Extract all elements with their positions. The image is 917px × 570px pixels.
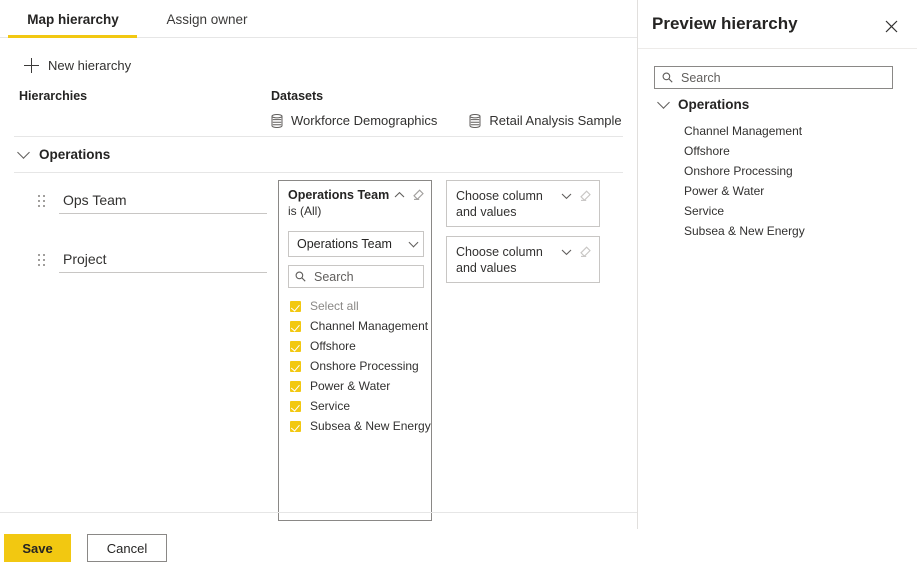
hierarchy-level-row [38, 249, 267, 273]
dataset-item-label: Retail Analysis Sample [489, 113, 621, 128]
chevron-down-icon [409, 238, 419, 248]
tab-map-hierarchy-label: Map hierarchy [27, 12, 119, 27]
filter-card: Operations Team is (All) Operations Team [278, 180, 432, 521]
preview-tree-item[interactable]: Offshore [684, 141, 805, 161]
divider [14, 172, 623, 173]
preview-tree-root-label: Operations [678, 97, 749, 112]
filter-checkbox-row[interactable]: Power & Water [290, 376, 425, 396]
filter-checkbox-label: Channel Management [310, 319, 428, 333]
filter-checkbox-row[interactable]: Subsea & New Energy [290, 416, 425, 436]
checkbox-checked-icon[interactable] [290, 361, 301, 372]
chevron-down-icon[interactable] [561, 248, 572, 256]
divider [638, 48, 917, 49]
tab-assign-owner[interactable]: Assign owner [152, 0, 262, 38]
database-icon [469, 114, 481, 128]
preview-tree-item[interactable]: Onshore Processing [684, 161, 805, 181]
filter-checkbox-label: Select all [310, 299, 359, 313]
filter-value-list: Select all Channel Management Offshore O… [290, 296, 425, 436]
preview-tree-item[interactable]: Power & Water [684, 181, 805, 201]
choose-column-tools [561, 246, 591, 258]
filter-checkbox-row[interactable]: Channel Management [290, 316, 425, 336]
dataset-list: Workforce Demographics Retail Analysis S… [271, 113, 622, 128]
drag-handle-icon[interactable] [38, 254, 45, 266]
map-hierarchy-dialog: Map hierarchy Assign owner New hierarchy… [0, 0, 917, 570]
checkbox-checked-icon[interactable] [290, 301, 301, 312]
chevron-down-icon [17, 146, 30, 159]
filter-checkbox-row[interactable]: Offshore [290, 336, 425, 356]
preview-panel-title: Preview hierarchy [652, 14, 798, 34]
panel-separator [637, 0, 638, 529]
hierarchy-level-row [38, 190, 267, 214]
preview-tree-item[interactable]: Service [684, 201, 805, 221]
filter-column-value: Operations Team [297, 237, 410, 251]
choose-column-card[interactable]: Choose column and values [446, 236, 600, 283]
datasets-heading: Datasets [271, 89, 323, 103]
checkbox-checked-icon[interactable] [290, 421, 301, 432]
checkbox-checked-icon[interactable] [290, 321, 301, 332]
preview-search-box[interactable] [654, 66, 893, 89]
dataset-item-label: Workforce Demographics [291, 113, 437, 128]
filter-card-tools [394, 189, 424, 201]
checkbox-checked-icon[interactable] [290, 401, 301, 412]
tab-map-hierarchy[interactable]: Map hierarchy [8, 0, 138, 38]
tab-assign-owner-label: Assign owner [166, 12, 247, 27]
search-icon [295, 271, 306, 282]
eraser-icon[interactable] [579, 246, 591, 258]
filter-checkbox-label: Onshore Processing [310, 359, 419, 373]
filter-checkbox-label: Service [310, 399, 350, 413]
checkbox-checked-icon[interactable] [290, 341, 301, 352]
search-icon [662, 72, 673, 83]
active-tab-indicator [8, 35, 137, 38]
dataset-item[interactable]: Workforce Demographics [271, 113, 437, 128]
chevron-down-icon[interactable] [561, 192, 572, 200]
preview-tree-item[interactable]: Subsea & New Energy [684, 221, 805, 241]
new-hierarchy-button[interactable]: New hierarchy [24, 58, 131, 73]
filter-column-select[interactable]: Operations Team [288, 231, 424, 257]
hierarchy-level-input[interactable] [59, 249, 267, 273]
tab-bar: Map hierarchy Assign owner [0, 0, 637, 38]
chevron-up-icon[interactable] [394, 191, 405, 199]
divider [14, 136, 623, 137]
preview-tree-items: Channel Management Offshore Onshore Proc… [684, 121, 805, 241]
cancel-button[interactable]: Cancel [87, 534, 167, 562]
close-icon[interactable] [880, 15, 902, 37]
preview-tree-item[interactable]: Channel Management [684, 121, 805, 141]
hierarchies-heading: Hierarchies [19, 89, 87, 103]
checkbox-checked-icon[interactable] [290, 381, 301, 392]
filter-checkbox-row[interactable]: Service [290, 396, 425, 416]
choose-column-placeholder: Choose column and values [456, 244, 554, 276]
filter-checkbox-row[interactable]: Select all [290, 296, 425, 316]
filter-card-subtitle: is (All) [288, 204, 423, 219]
save-button-label: Save [22, 541, 52, 556]
hierarchy-group-operations[interactable]: Operations [19, 147, 110, 162]
hierarchy-level-input[interactable] [59, 190, 267, 214]
chevron-down-icon [657, 96, 670, 109]
choose-column-card[interactable]: Choose column and values [446, 180, 600, 227]
filter-checkbox-label: Subsea & New Energy [310, 419, 431, 433]
hierarchy-group-label: Operations [39, 147, 110, 162]
save-button[interactable]: Save [4, 534, 71, 562]
database-icon [271, 114, 283, 128]
plus-icon [24, 58, 39, 73]
new-hierarchy-label: New hierarchy [48, 58, 131, 73]
filter-search-box[interactable] [288, 265, 424, 288]
dataset-item[interactable]: Retail Analysis Sample [469, 113, 621, 128]
drag-handle-icon[interactable] [38, 195, 45, 207]
filter-checkbox-label: Power & Water [310, 379, 390, 393]
choose-column-placeholder: Choose column and values [456, 188, 554, 220]
divider [0, 512, 637, 513]
filter-checkbox-label: Offshore [310, 339, 356, 353]
filter-checkbox-row[interactable]: Onshore Processing [290, 356, 425, 376]
preview-search-input[interactable] [679, 70, 885, 86]
choose-column-tools [561, 190, 591, 202]
eraser-icon[interactable] [579, 190, 591, 202]
preview-tree-root[interactable]: Operations [659, 97, 749, 112]
cancel-button-label: Cancel [107, 541, 147, 556]
eraser-icon[interactable] [412, 189, 424, 201]
